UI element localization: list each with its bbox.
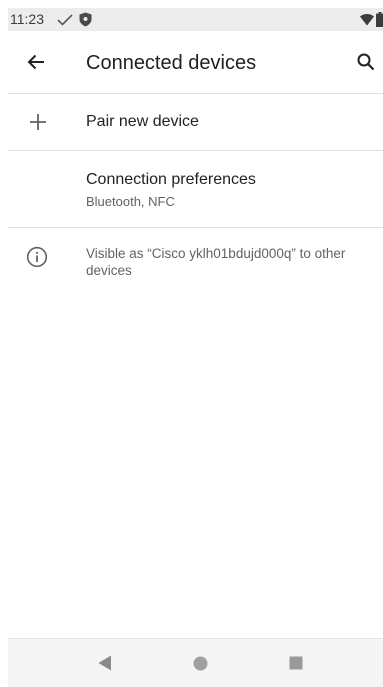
- info-icon: [26, 246, 48, 268]
- nav-home-icon: [193, 656, 207, 670]
- battery-icon: [376, 12, 383, 27]
- wifi-icon: [360, 14, 374, 26]
- pair-new-device-label: Pair new device: [86, 113, 199, 130]
- search-icon: [357, 53, 375, 71]
- search-button[interactable]: [350, 46, 382, 78]
- pair-new-device-item[interactable]: Pair new device: [8, 94, 383, 151]
- nav-back-icon: [98, 655, 111, 671]
- arrow-back-icon: [27, 54, 44, 70]
- connection-preferences-summary: Bluetooth, NFC: [86, 194, 175, 209]
- shield-icon: [79, 12, 92, 27]
- nav-recents-button[interactable]: [284, 651, 308, 675]
- visibility-info: Visible as “Cisco yklh01bdujd000q” to ot…: [8, 228, 383, 288]
- plus-icon: [30, 114, 46, 130]
- status-bar: 11:23: [8, 8, 383, 31]
- nav-home-button[interactable]: [188, 651, 212, 675]
- check-icon: [57, 14, 73, 26]
- status-time: 11:23: [10, 11, 44, 27]
- page-title: Connected devices: [86, 52, 257, 74]
- nav-recents-icon: [289, 656, 303, 670]
- screen: 11:23 Connected devices Pair new device …: [8, 8, 383, 687]
- connection-preferences-label: Connection preferences: [86, 171, 256, 188]
- visibility-text: Visible as “Cisco yklh01bdujd000q” to ot…: [86, 246, 346, 278]
- nav-back-button[interactable]: [93, 651, 117, 675]
- navigation-bar: [8, 638, 383, 687]
- connection-preferences-item[interactable]: Connection preferences Bluetooth, NFC: [8, 151, 383, 228]
- app-bar: Connected devices: [8, 31, 383, 94]
- back-button[interactable]: [20, 46, 52, 78]
